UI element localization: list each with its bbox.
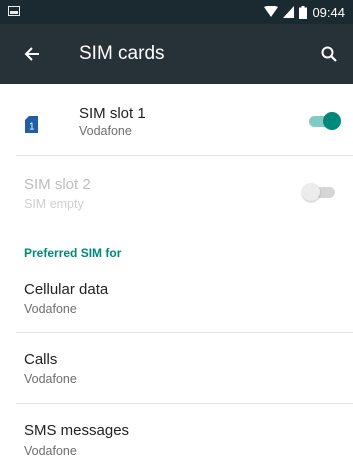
sms-messages-title: SMS messages	[24, 422, 130, 439]
image-icon	[8, 6, 20, 16]
sim-card-icon: 1	[25, 116, 38, 133]
cellular-data-row[interactable]: Cellular data Vodafone	[0, 268, 353, 332]
back-button[interactable]	[16, 38, 48, 70]
back-arrow-icon	[24, 47, 39, 61]
sms-messages-value: Vodafone	[24, 444, 77, 458]
wifi-icon	[264, 6, 279, 17]
sim-slot-2-row: SIM slot 2 SIM empty	[0, 156, 353, 226]
calls-title: Calls	[24, 351, 58, 368]
sim-slot-1-title: SIM slot 1	[79, 105, 146, 122]
toggle-thumb	[302, 183, 320, 201]
toggle-thumb	[323, 112, 341, 130]
cellular-data-title: Cellular data	[24, 281, 109, 298]
calls-row[interactable]: Calls Vodafone	[0, 333, 353, 403]
status-icons: 09:44	[264, 0, 345, 24]
cellular-data-value: Vodafone	[24, 302, 77, 316]
sim-slot-number: 1	[29, 121, 35, 132]
sim-slot-2-toggle	[302, 181, 342, 203]
status-time: 09:44	[312, 4, 345, 20]
sim-slot-1-carrier: Vodafone	[79, 124, 132, 138]
page-title: SIM cards	[79, 43, 165, 64]
sim-slot-2-status: SIM empty	[24, 197, 84, 211]
sim-slot-1-toggle[interactable]	[306, 110, 346, 132]
app-bar: SIM cards	[0, 24, 353, 84]
sim-slot-1-row[interactable]: SIM slot 1 Vodafone	[0, 85, 353, 155]
sms-messages-row[interactable]: SMS messages Vodafone	[0, 404, 353, 471]
calls-value: Vodafone	[24, 372, 77, 386]
section-header-preferred-sim: Preferred SIM for	[24, 246, 122, 260]
status-bar: 09:44	[0, 0, 353, 24]
signal-icon	[283, 6, 295, 18]
battery-icon	[299, 5, 308, 19]
search-button[interactable]	[313, 38, 345, 70]
sim-slot-2-title: SIM slot 2	[24, 176, 91, 193]
search-icon	[321, 46, 337, 62]
